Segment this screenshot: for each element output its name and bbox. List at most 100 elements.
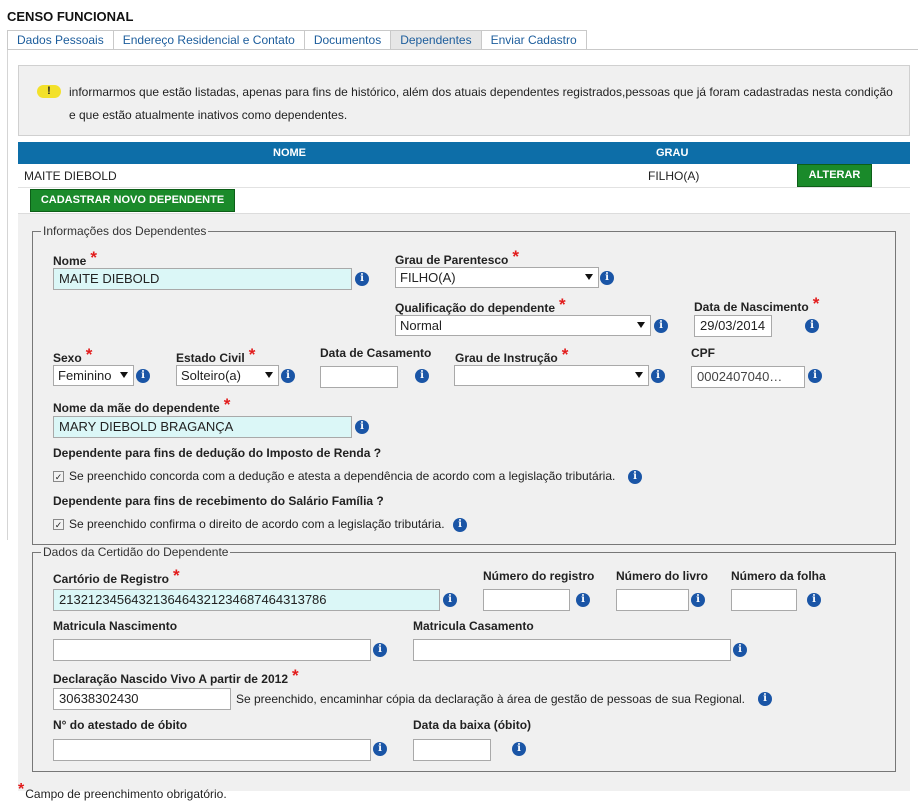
atestado-obito-label: N° do atestado de óbito xyxy=(53,718,188,732)
tab-documentos[interactable]: Documentos xyxy=(303,30,391,50)
info-icon[interactable]: i xyxy=(373,643,387,657)
grau-parentesco-select[interactable]: FILHO(A) xyxy=(395,267,599,288)
info-icon[interactable]: i xyxy=(136,369,150,383)
info-icon[interactable]: i xyxy=(651,369,665,383)
required-marker: * xyxy=(559,295,566,314)
chevron-down-icon xyxy=(635,372,643,378)
info-icon[interactable]: i xyxy=(691,593,705,607)
grau-parentesco-label: Grau de Parentesco * xyxy=(395,247,520,267)
info-icon[interactable]: i xyxy=(758,692,772,706)
data-nascimento-input[interactable]: 29/03/2014 xyxy=(694,315,772,337)
sf-checkbox[interactable]: ✓ xyxy=(53,519,64,530)
declaracao-input[interactable]: 30638302430 xyxy=(53,688,231,710)
tab-bar: Dados Pessoais Endereço Residencial e Co… xyxy=(7,30,587,50)
chevron-down-icon xyxy=(585,274,593,280)
grau-instrucao-select[interactable] xyxy=(454,365,649,386)
cartorio-input[interactable]: 21321234564321364643212346874643​13786 xyxy=(53,589,440,611)
chevron-down-icon xyxy=(120,372,128,378)
ir-check-label: Se preenchido concorda com a dedução e a… xyxy=(69,469,616,483)
numero-livro-input[interactable] xyxy=(616,589,689,611)
info-icon[interactable]: i xyxy=(807,593,821,607)
numero-folha-input[interactable] xyxy=(731,589,797,611)
column-header-nome: NOME xyxy=(273,147,306,159)
grau-instrucao-label: Grau de Instrução * xyxy=(455,345,569,365)
info-icon[interactable]: i xyxy=(355,420,369,434)
column-header-grau: GRAU xyxy=(656,147,689,159)
qualificacao-label: Qualificação do dependente * xyxy=(395,295,566,315)
info-icon[interactable]: i xyxy=(576,593,590,607)
info-icon[interactable]: i xyxy=(373,742,387,756)
numero-livro-label: Número do livro xyxy=(616,569,709,583)
matricula-casamento-input[interactable] xyxy=(413,639,731,661)
estado-civil-label: Estado Civil * xyxy=(176,345,256,365)
declaracao-label: Declaração Nascido Vivo A partir de 2012… xyxy=(53,666,299,686)
tab-dependentes[interactable]: Dependentes xyxy=(390,30,481,50)
alterar-button[interactable]: ALTERAR xyxy=(797,164,872,187)
required-marker: * xyxy=(248,345,256,364)
numero-folha-label: Número da folha xyxy=(731,569,826,583)
required-marker: * xyxy=(223,395,231,414)
data-baixa-label: Data da baixa (óbito) xyxy=(413,718,532,732)
cpf-label: CPF xyxy=(691,346,715,360)
required-marker: * xyxy=(90,248,97,267)
qualificacao-select[interactable]: Normal xyxy=(395,315,651,336)
sf-check-label: Se preenchido confirma o direito de acor… xyxy=(69,517,445,531)
info-icon[interactable]: i xyxy=(443,593,457,607)
required-marker: * xyxy=(85,345,93,364)
matricula-nascimento-input[interactable] xyxy=(53,639,371,661)
info-icon[interactable]: i xyxy=(805,319,819,333)
notice-box: ! informarmos que estão listadas, apenas… xyxy=(18,65,910,136)
chevron-down-icon xyxy=(265,372,273,378)
tab-endereco[interactable]: Endereço Residencial e Contato xyxy=(112,30,304,50)
required-marker: * xyxy=(561,345,569,364)
required-marker: * xyxy=(18,781,25,798)
row-grau: FILHO(A) xyxy=(648,169,700,183)
info-icon[interactable]: i xyxy=(628,470,642,484)
info-icon[interactable]: i xyxy=(600,271,614,285)
atestado-obito-input[interactable] xyxy=(53,739,371,761)
required-marker: * xyxy=(812,294,820,313)
ir-question: Dependente para fins de dedução do Impos… xyxy=(53,446,382,460)
notice-text: informarmos que estão listadas, apenas p… xyxy=(69,85,893,122)
chevron-down-icon xyxy=(637,322,645,328)
content-border xyxy=(7,50,8,540)
nome-mae-input[interactable]: MARY DIEBOLD BRAGANÇA xyxy=(53,416,352,438)
tab-divider xyxy=(7,49,918,50)
info-icon[interactable]: i xyxy=(453,518,467,532)
tab-dados-pessoais[interactable]: Dados Pessoais xyxy=(7,30,113,50)
declaracao-hint: Se preenchido, encaminhar cópia da decla… xyxy=(236,692,746,706)
estado-civil-select[interactable]: Solteiro(a) xyxy=(176,365,279,386)
row-nome: MAITE DIEBOLD xyxy=(24,169,117,183)
info-icon[interactable]: i xyxy=(415,369,429,383)
dependents-table-header: NOME GRAU xyxy=(18,142,910,164)
new-dependent-button[interactable]: CADASTRAR NOVO DEPENDENTE xyxy=(30,189,235,212)
data-baixa-input[interactable] xyxy=(413,739,491,761)
required-marker: * xyxy=(512,247,520,266)
sexo-select[interactable]: Feminino xyxy=(53,365,134,386)
fieldset-legend: Informações dos Dependentes xyxy=(43,224,207,238)
numero-registro-label: Número do registro xyxy=(483,569,595,583)
tab-enviar-cadastro[interactable]: Enviar Cadastro xyxy=(480,30,587,50)
info-icon[interactable]: i xyxy=(281,369,295,383)
required-marker: * xyxy=(292,666,299,685)
ir-checkbox[interactable]: ✓ xyxy=(53,471,64,482)
page-title: CENSO FUNCIONAL xyxy=(7,9,134,24)
required-footnote: *Campo de preenchimento obrigatório. xyxy=(18,781,227,801)
matricula-nascimento-label: Matricula Nascimento xyxy=(53,619,178,633)
table-row[interactable]: MAITE DIEBOLD FILHO(A) xyxy=(18,164,910,188)
numero-registro-input[interactable] xyxy=(483,589,570,611)
info-icon[interactable]: i xyxy=(733,643,747,657)
info-icon[interactable]: i xyxy=(808,369,822,383)
nome-label: Nome * xyxy=(53,248,97,268)
data-casamento-label: Data de Casamento xyxy=(320,346,432,360)
info-icon[interactable]: i xyxy=(654,319,668,333)
cpf-input[interactable]: 0002407040… xyxy=(691,366,805,388)
nome-input[interactable]: MAITE DIEBOLD xyxy=(53,268,352,290)
matricula-casamento-label: Matricula Casamento xyxy=(413,619,534,633)
sexo-label: Sexo * xyxy=(53,345,93,365)
data-casamento-input[interactable] xyxy=(320,366,398,388)
info-icon[interactable]: i xyxy=(355,272,369,286)
data-nascimento-label: Data de Nascimento * xyxy=(694,294,820,314)
info-icon[interactable]: i xyxy=(512,742,526,756)
fieldset-legend: Dados da Certidão do Dependente xyxy=(43,545,229,559)
